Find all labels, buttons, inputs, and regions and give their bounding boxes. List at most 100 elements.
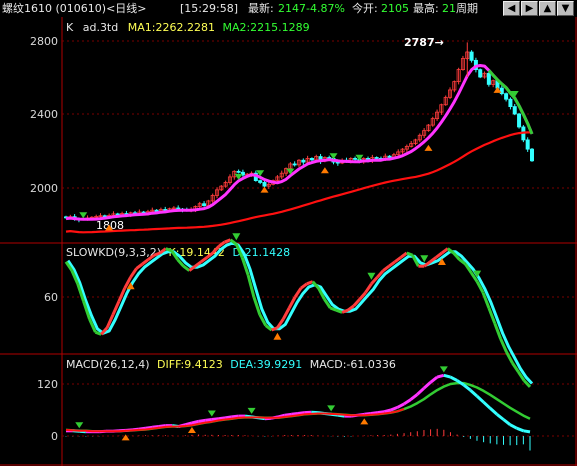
macd-diff-segment xyxy=(284,412,292,417)
candle-body xyxy=(478,69,483,78)
k-label: K xyxy=(66,21,74,34)
macd-tick-120: 120 xyxy=(37,378,58,391)
macd-diff-segment xyxy=(396,402,405,409)
macd-diff-segment xyxy=(509,423,518,430)
candle-body xyxy=(353,157,358,160)
price-change-percent: -4.87% xyxy=(306,2,345,15)
macd-diff-segment xyxy=(297,411,305,415)
kd-k-segment xyxy=(423,260,432,268)
latest-price-value: 2147 xyxy=(278,2,306,15)
open-price-value: 2105 xyxy=(381,2,409,15)
high-price-label: 最高: xyxy=(413,2,439,15)
macd-buy-arrow xyxy=(187,427,196,433)
macd-diff-segment xyxy=(218,416,226,421)
candle-body xyxy=(236,170,241,173)
macd-diff-segment xyxy=(482,401,492,410)
kd-legend: SLOWKD(9,3,3,2) K:19.1442 D:21.1428 xyxy=(66,246,290,259)
candle-body xyxy=(486,72,491,85)
macd-diff-segment xyxy=(443,373,451,379)
candle-body xyxy=(387,155,392,158)
price-tick-2400: 2400 xyxy=(30,108,58,121)
kd-k-segment xyxy=(135,262,144,270)
macd-diff-segment xyxy=(231,414,239,419)
macd-diff-segment xyxy=(383,408,392,414)
macd-sell-arrow xyxy=(247,407,256,414)
macd-diff-segment xyxy=(211,417,219,421)
macd-diff-segment xyxy=(523,429,531,434)
macd-diff-segment xyxy=(429,375,439,384)
macd-legend: MACD(26,12,4) DIFF:9.4123 DEA:39.9291 MA… xyxy=(66,358,396,371)
kd-sell-arrow xyxy=(420,255,429,263)
macd-buy-arrow xyxy=(360,418,369,425)
kline-chart[interactable]: 2800 2400 2000 60 120 0 K ad.3td MA1:226… xyxy=(0,17,577,466)
macd-diff-segment xyxy=(198,418,206,423)
macd-dea-red-segment xyxy=(65,408,405,433)
candle-body xyxy=(504,93,509,100)
candle-body xyxy=(301,159,306,163)
candle-body xyxy=(525,139,530,150)
macd-diff-segment xyxy=(291,412,299,416)
sell-signal-arrow xyxy=(79,212,88,219)
latest-price-label: 最新: xyxy=(248,2,274,15)
buy-signal-arrow xyxy=(424,144,433,151)
macd-diff-segment xyxy=(204,418,213,422)
candle-body xyxy=(517,113,522,128)
kd-sell-arrow xyxy=(232,233,241,241)
macd-dea-line xyxy=(65,381,531,433)
high-price-value: 21 xyxy=(442,2,456,15)
instrument-title[interactable]: 螺纹1610 (010610)<日线> xyxy=(2,2,147,15)
candle-body xyxy=(202,203,207,206)
candle-body xyxy=(258,180,263,183)
open-price-label: 今开: xyxy=(352,2,378,15)
quote-header-bar: 螺纹1610 (010610)<日线> [15:29:58] 最新: 2147 … xyxy=(0,0,577,17)
ma2-value: MA2:2215.1289 xyxy=(222,21,309,34)
macd-diff-segment xyxy=(516,426,524,433)
macd-diff-segment xyxy=(409,393,419,401)
arrow-left-icon[interactable]: ◀ xyxy=(503,1,520,16)
candle-body xyxy=(530,148,535,162)
arrow-down-icon[interactable]: ▼ xyxy=(557,1,574,16)
macd-lines-layer xyxy=(65,366,531,451)
kd-k-segment xyxy=(341,308,349,314)
buy-signal-arrow xyxy=(320,167,329,174)
arrow-up-icon[interactable]: ▲ xyxy=(539,1,556,16)
macd-diff-segment xyxy=(191,419,199,425)
kd-k-segment xyxy=(271,326,278,332)
kd-k-segment xyxy=(224,238,232,244)
macd-diff-segment xyxy=(377,410,385,415)
macd-hist-value: MACD:-61.0336 xyxy=(310,358,396,371)
kd-indicator-name: SLOWKD(9,3,3,2) xyxy=(66,246,161,259)
macd-diff-segment xyxy=(390,406,398,412)
ma1-line xyxy=(65,64,534,221)
price-grid xyxy=(62,40,576,437)
price-legend: K ad.3td MA1:2262.2281 MA2:2215.1289 xyxy=(66,21,310,34)
quote-time: [15:29:58] xyxy=(180,2,238,15)
kd-k-segment xyxy=(335,308,343,314)
candle-body xyxy=(262,182,267,187)
macd-diff-value: DIFF:9.4123 xyxy=(157,358,223,371)
candle-body xyxy=(309,157,314,161)
formula-name: ad.3td xyxy=(83,21,119,34)
arrow-right-icon[interactable]: ▶ xyxy=(521,1,538,16)
kd-k-segment xyxy=(300,282,308,290)
macd-diff-segment xyxy=(475,394,485,404)
price-tick-2800: 2800 xyxy=(30,35,58,48)
macd-diff-segment xyxy=(489,407,498,416)
macd-diff-segment xyxy=(495,413,505,421)
ma1-value: MA1:2262.2281 xyxy=(128,21,215,34)
kd-k-segment xyxy=(153,251,161,257)
macd-sell-arrow xyxy=(75,422,84,429)
macd-indicator-name: MACD(26,12,4) xyxy=(66,358,150,371)
kd-k-segment xyxy=(406,251,414,257)
macd-diff-segment xyxy=(449,375,458,382)
price-tick-2000: 2000 xyxy=(30,182,58,195)
period-button[interactable]: 周期 xyxy=(456,2,478,15)
macd-diff-segment xyxy=(224,415,232,420)
candle-body xyxy=(469,51,474,61)
price-candles-layer xyxy=(64,42,535,234)
macd-sell-arrow xyxy=(327,405,336,412)
macd-dea-value: DEA:39.9291 xyxy=(230,358,302,371)
candle-body xyxy=(292,163,297,166)
macd-tick-0: 0 xyxy=(51,430,58,443)
peak-price-annotation: 2787→ xyxy=(404,36,444,49)
